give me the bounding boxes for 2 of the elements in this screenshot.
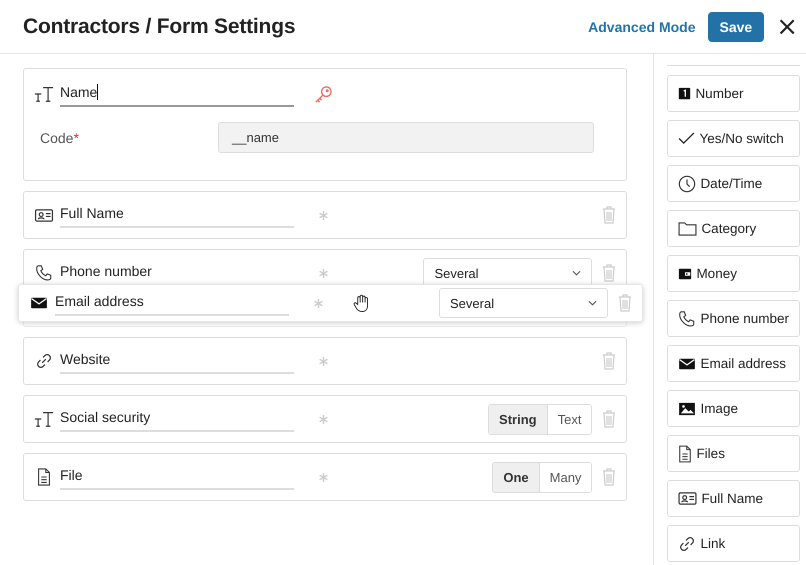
code-label: Code* [39, 130, 80, 146]
page-title: Contractors / Form Settings [23, 14, 296, 38]
